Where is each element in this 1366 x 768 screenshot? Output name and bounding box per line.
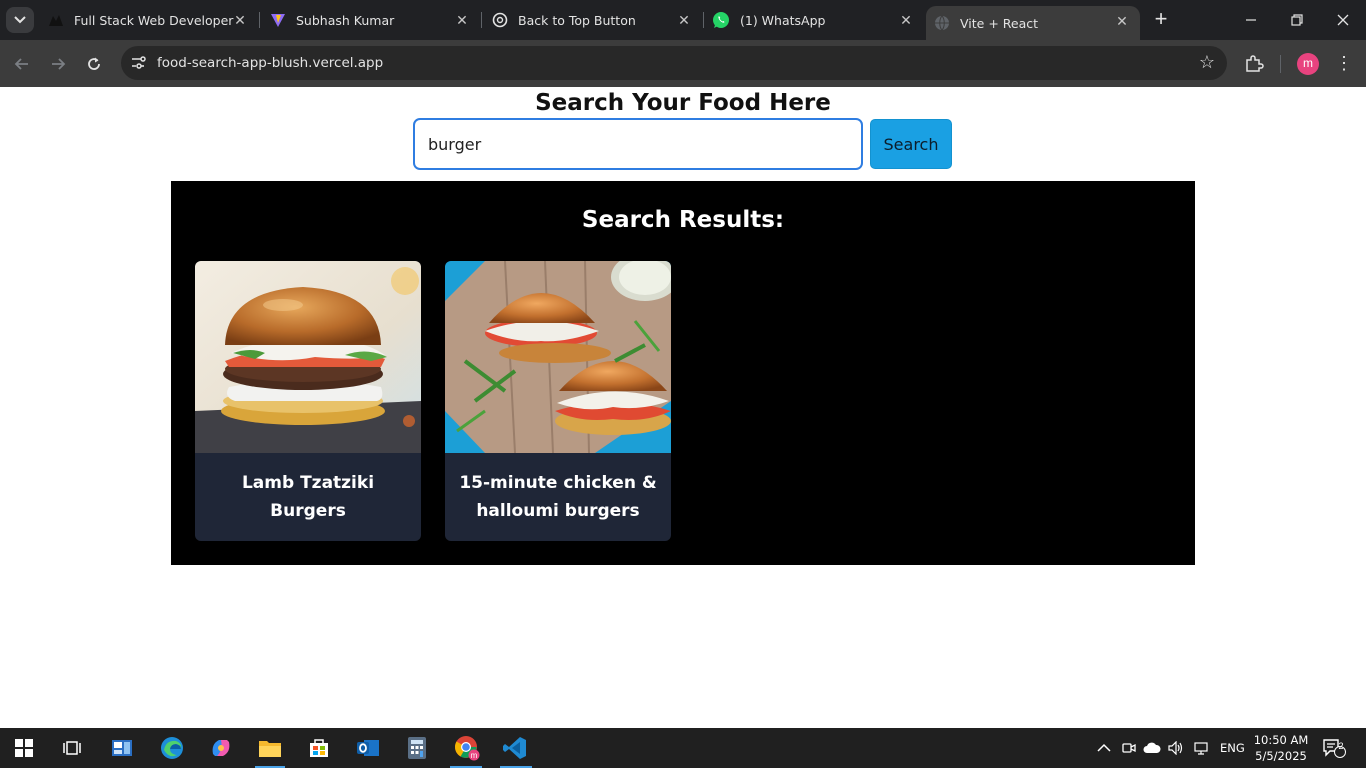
tab-search-button[interactable] bbox=[6, 7, 34, 33]
notifications-icon[interactable]: 2 bbox=[1322, 728, 1346, 768]
whatsapp-icon bbox=[713, 12, 729, 28]
result-card[interactable]: Lamb Tzatziki Burgers bbox=[195, 261, 421, 541]
page-title: Search Your Food Here bbox=[535, 90, 831, 116]
page-content: Search Your Food Here Search Search Resu… bbox=[0, 87, 1366, 728]
result-title: 15-minute chicken & halloumi burgers bbox=[459, 473, 657, 521]
close-icon[interactable]: ✕ bbox=[1114, 13, 1130, 29]
tab-separator bbox=[259, 12, 260, 28]
edge-icon[interactable] bbox=[158, 734, 186, 762]
outlook-icon[interactable] bbox=[354, 734, 382, 762]
tab-subhash-kumar[interactable]: Subhash Kumar ✕ bbox=[262, 0, 480, 40]
openai-logo-icon bbox=[492, 12, 508, 28]
clock[interactable]: 10:50 AM 5/5/2025 bbox=[1252, 732, 1310, 764]
restore-icon[interactable] bbox=[1274, 0, 1320, 40]
tab-full-stack[interactable]: Full Stack Web Developer ✕ bbox=[40, 0, 258, 40]
taskbar: m ENG 10:50 AM 5/5/2025 2 bbox=[0, 728, 1366, 768]
tab-title: Vite + React bbox=[960, 15, 1039, 31]
new-tab-icon[interactable]: + bbox=[1149, 8, 1173, 32]
close-icon[interactable]: ✕ bbox=[232, 12, 248, 28]
notification-count: 2 bbox=[1338, 741, 1344, 751]
close-icon[interactable]: ✕ bbox=[898, 12, 914, 28]
result-card[interactable]: 15-minute chicken & halloumi burgers bbox=[445, 261, 671, 541]
show-hidden-icons-icon[interactable] bbox=[1097, 728, 1111, 768]
profile-avatar[interactable]: m bbox=[1297, 53, 1319, 75]
tab-vite-react[interactable]: Vite + React ✕ bbox=[926, 6, 1140, 40]
back-arrow-icon[interactable] bbox=[8, 50, 36, 78]
tab-separator bbox=[481, 12, 482, 28]
address-bar[interactable]: food-search-app-blush.vercel.app ☆ bbox=[121, 46, 1227, 80]
window-close-icon[interactable] bbox=[1320, 0, 1366, 40]
search-button[interactable]: Search bbox=[870, 119, 952, 169]
reload-icon[interactable] bbox=[80, 50, 108, 78]
meet-now-icon[interactable] bbox=[1122, 728, 1136, 768]
chrome-icon[interactable]: m bbox=[452, 734, 482, 762]
close-icon[interactable]: ✕ bbox=[676, 12, 692, 28]
language-indicator[interactable]: ENG bbox=[1220, 728, 1245, 768]
vite-logo-icon bbox=[271, 14, 285, 27]
task-view-icon[interactable] bbox=[58, 734, 86, 762]
tab-strip: Full Stack Web Developer ✕ Subhash Kumar… bbox=[0, 0, 1366, 40]
extensions-puzzle-icon[interactable] bbox=[1243, 52, 1265, 74]
tab-whatsapp[interactable]: (1) WhatsApp ✕ bbox=[706, 0, 924, 40]
microsoft-store-icon[interactable] bbox=[305, 734, 333, 762]
tab-title: Subhash Kumar bbox=[296, 12, 395, 28]
chicken-halloumi-burger-photo bbox=[445, 261, 671, 453]
tab-back-to-top[interactable]: Back to Top Button ✕ bbox=[484, 0, 702, 40]
url-text: food-search-app-blush.vercel.app bbox=[157, 55, 384, 71]
start-icon[interactable] bbox=[10, 734, 38, 762]
tab-title: Back to Top Button bbox=[518, 12, 636, 28]
minimize-icon[interactable] bbox=[1228, 0, 1274, 40]
globe-icon bbox=[935, 15, 949, 31]
tab-title: Full Stack Web Developer bbox=[74, 12, 234, 28]
dark-logo-icon bbox=[49, 15, 63, 26]
chevron-down-icon bbox=[14, 16, 26, 24]
toolbar-divider bbox=[1280, 55, 1281, 73]
clock-time: 10:50 AM bbox=[1253, 733, 1309, 747]
more-menu-icon[interactable]: ⋮ bbox=[1334, 52, 1354, 74]
result-title: Lamb Tzatziki Burgers bbox=[241, 473, 375, 521]
onedrive-cloud-icon[interactable] bbox=[1143, 728, 1161, 768]
close-icon[interactable]: ✕ bbox=[454, 12, 470, 28]
site-info-icon[interactable] bbox=[129, 54, 147, 72]
bookmark-star-icon[interactable]: ☆ bbox=[1199, 52, 1215, 73]
forward-arrow-icon[interactable] bbox=[44, 50, 72, 78]
calculator-icon[interactable] bbox=[403, 734, 431, 762]
clock-date: 5/5/2025 bbox=[1255, 749, 1307, 763]
volume-icon[interactable] bbox=[1168, 728, 1184, 768]
vscode-icon[interactable] bbox=[501, 734, 529, 762]
file-explorer-icon[interactable] bbox=[256, 734, 284, 762]
widgets-icon[interactable] bbox=[108, 734, 136, 762]
search-input[interactable] bbox=[413, 118, 863, 170]
burger-photo bbox=[195, 261, 421, 453]
svg-text:m: m bbox=[471, 751, 478, 760]
network-icon[interactable] bbox=[1193, 728, 1209, 768]
results-heading: Search Results: bbox=[581, 207, 785, 233]
tab-separator bbox=[703, 12, 704, 28]
results-panel: Search Results: Lamb Tzatziki Burgers 15… bbox=[171, 181, 1195, 565]
tab-title: (1) WhatsApp bbox=[740, 12, 826, 28]
browser-toolbar: food-search-app-blush.vercel.app ☆ m ⋮ bbox=[0, 40, 1366, 87]
copilot-icon[interactable] bbox=[207, 734, 235, 762]
